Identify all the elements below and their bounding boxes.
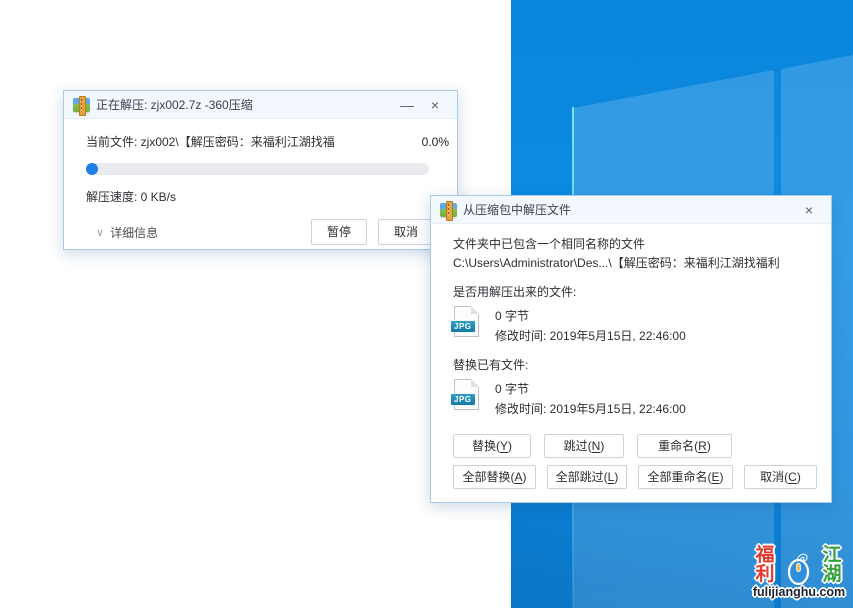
existing-file-modified: 修改时间: 2019年5月15日, 22:46:00 <box>495 399 686 419</box>
conflict-message: 文件夹中已包含一个相同名称的文件 <box>453 235 811 254</box>
new-file-heading: 是否用解压出来的文件: <box>453 283 811 301</box>
details-toggle[interactable]: ∨ 详细信息 <box>96 224 158 241</box>
extract-progress-dialog: 正在解压: zjx002.7z -360压缩 — × 当前文件: zjx002\… <box>63 90 458 250</box>
minimize-button[interactable]: — <box>393 93 421 117</box>
replace-button[interactable]: 替换(Y) <box>453 434 531 458</box>
progress-percent-label: 0.0% <box>422 135 449 149</box>
cancel-button[interactable]: 取消 <box>378 219 434 245</box>
overwrite-confirm-titlebar[interactable]: 从压缩包中解压文件 × <box>431 196 831 224</box>
jpg-badge: JPG <box>450 393 476 406</box>
progress-bar <box>86 163 429 175</box>
extract-progress-titlebar[interactable]: 正在解压: zjx002.7z -360压缩 — × <box>64 91 457 119</box>
chevron-down-icon: ∨ <box>96 226 104 239</box>
existing-file-size: 0 字节 <box>495 379 686 399</box>
jpg-badge: JPG <box>450 320 476 333</box>
rename-button[interactable]: 重命名(R) <box>637 434 732 458</box>
close-button[interactable]: × <box>795 198 823 222</box>
dialog-title: 从压缩包中解压文件 <box>463 201 795 218</box>
close-button[interactable]: × <box>421 93 449 117</box>
archive-zip-icon <box>440 203 457 217</box>
cancel-button[interactable]: 取消(C) <box>744 465 817 489</box>
watermark-domain: fulijianghu.com <box>746 586 852 599</box>
skip-button[interactable]: 跳过(N) <box>544 434 624 458</box>
new-file-size: 0 字节 <box>495 306 686 326</box>
watermark-brand-right: 江湖 <box>813 546 852 584</box>
jpg-file-icon: JPG <box>454 379 479 410</box>
mouse-icon <box>787 553 811 585</box>
archive-zip-icon <box>73 98 90 112</box>
rename-all-button[interactable]: 全部重命名(E) <box>638 465 733 489</box>
jpg-file-icon: JPG <box>454 306 479 337</box>
overwrite-confirm-dialog: 从压缩包中解压文件 × 文件夹中已包含一个相同名称的文件 C:\Users\Ad… <box>430 195 832 503</box>
watermark-brand-left: 福利 <box>746 546 785 584</box>
existing-file-heading: 替换已有文件: <box>453 356 811 374</box>
details-toggle-label: 详细信息 <box>110 224 158 241</box>
new-file-info: JPG 0 字节 修改时间: 2019年5月15日, 22:46:00 <box>453 306 811 346</box>
current-file-label: 当前文件: zjx002\【解压密码：来福利江湖找福 <box>86 133 422 150</box>
progress-bar-fill <box>86 163 98 175</box>
replace-all-button[interactable]: 全部替换(A) <box>453 465 536 489</box>
dialog-title: 正在解压: zjx002.7z -360压缩 <box>96 96 393 113</box>
fulijianghu-watermark: 福利 江湖 fulijianghu.com <box>746 546 852 599</box>
skip-all-button[interactable]: 全部跳过(L) <box>547 465 627 489</box>
pause-button[interactable]: 暂停 <box>311 219 367 245</box>
existing-file-info: JPG 0 字节 修改时间: 2019年5月15日, 22:46:00 <box>453 379 811 419</box>
extract-speed-label: 解压速度: 0 KB/s <box>64 175 457 205</box>
conflict-file-path: C:\Users\Administrator\Des...\【解压密码：来福利江… <box>453 254 811 273</box>
new-file-modified: 修改时间: 2019年5月15日, 22:46:00 <box>495 326 686 346</box>
